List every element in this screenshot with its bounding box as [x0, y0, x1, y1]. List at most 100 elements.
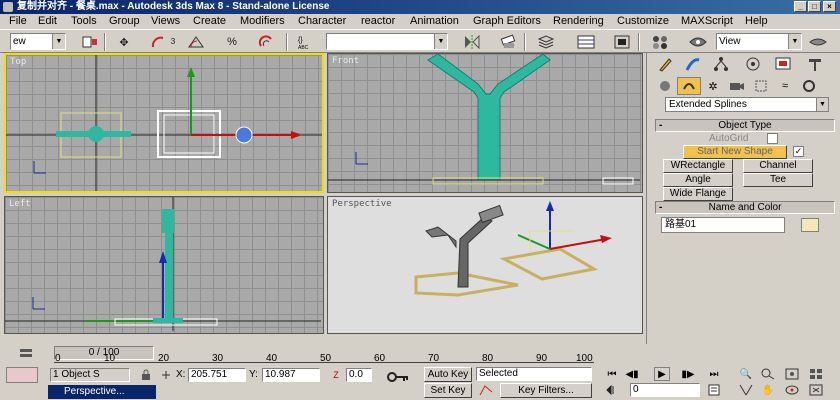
- layer-manager-icon[interactable]: [536, 33, 556, 51]
- menu-animation[interactable]: Animation: [410, 14, 459, 29]
- play-icon[interactable]: ▶: [654, 367, 670, 381]
- shapes-icon[interactable]: [677, 77, 701, 95]
- taskbar-perspective-item[interactable]: Perspective...: [48, 385, 156, 399]
- angle-button[interactable]: Angle: [663, 173, 733, 187]
- title-bar: 复制并对齐 - 餐桌.max - Autodesk 3ds Max 8 - St…: [0, 0, 840, 14]
- menu-file[interactable]: File: [9, 14, 27, 29]
- hierarchy-tab-icon[interactable]: [709, 55, 733, 73]
- utilities-tab-icon[interactable]: [803, 55, 827, 73]
- percent-snap-icon[interactable]: %: [222, 33, 242, 51]
- lock-selection-icon[interactable]: [138, 368, 154, 382]
- pan-icon[interactable]: ✋: [760, 383, 776, 397]
- set-key-button[interactable]: Set Key: [424, 383, 472, 398]
- spinner-snap-icon[interactable]: [256, 33, 276, 51]
- arc-rotate-icon[interactable]: [784, 383, 800, 397]
- maxscript-listener-box[interactable]: [6, 367, 38, 383]
- previous-frame-icon[interactable]: ◀▮: [624, 367, 640, 381]
- start-new-shape-button[interactable]: Start New Shape: [683, 145, 787, 159]
- selection-filter-dropdown[interactable]: ew ▼: [10, 33, 66, 50]
- menu-help[interactable]: Help: [745, 14, 768, 29]
- material-editor-icon[interactable]: [650, 33, 670, 51]
- menu-tools[interactable]: Tools: [71, 14, 97, 29]
- viewport-perspective[interactable]: Perspective: [327, 196, 643, 334]
- schematic-view-icon[interactable]: [612, 33, 632, 51]
- display-tab-icon[interactable]: [771, 55, 795, 73]
- zoom-extents-icon[interactable]: [784, 367, 800, 381]
- x-coordinate-field[interactable]: 205.751: [188, 368, 246, 382]
- tee-button[interactable]: Tee: [743, 173, 813, 187]
- field-of-view-icon[interactable]: [738, 383, 754, 397]
- menu-group[interactable]: Group: [109, 14, 140, 29]
- space-warps-icon[interactable]: ≈: [773, 77, 797, 95]
- select-and-move-icon[interactable]: ✥: [114, 33, 134, 51]
- helpers-icon[interactable]: [749, 77, 773, 95]
- modify-tab-icon[interactable]: [681, 55, 705, 73]
- wide-flange-button[interactable]: Wide Flange: [663, 187, 733, 201]
- named-selection-dropdown[interactable]: ▼: [326, 33, 448, 50]
- menu-maxscript[interactable]: MAXScript: [681, 14, 733, 29]
- curve-editor-icon[interactable]: [576, 33, 596, 51]
- viewport-front[interactable]: Front: [327, 53, 643, 193]
- next-frame-icon[interactable]: ▮▶: [680, 367, 696, 381]
- start-new-shape-checkbox[interactable]: ✓: [793, 146, 804, 157]
- channel-button[interactable]: Channel: [743, 159, 813, 173]
- render-scene-icon[interactable]: [688, 33, 708, 51]
- viewport-top[interactable]: Top: [4, 53, 324, 193]
- name-and-color-title: Name and Color: [708, 202, 782, 213]
- key-tangent-icon[interactable]: [478, 383, 494, 397]
- object-color-swatch[interactable]: [801, 218, 819, 232]
- geometry-icon[interactable]: [653, 77, 677, 95]
- lights-icon[interactable]: ✲: [701, 77, 725, 95]
- menu-edit[interactable]: Edit: [38, 14, 57, 29]
- render-type-dropdown[interactable]: View ▼: [716, 33, 802, 50]
- mirror-icon[interactable]: [462, 33, 482, 51]
- minimize-button[interactable]: _: [794, 1, 807, 12]
- key-mode-toggle-icon[interactable]: [604, 383, 620, 397]
- menu-views[interactable]: Views: [151, 14, 180, 29]
- key-filters-button[interactable]: Key Filters...: [500, 383, 592, 398]
- auto-key-button[interactable]: Auto Key: [424, 367, 472, 382]
- object-type-rollout-header[interactable]: - Object Type: [655, 119, 835, 132]
- align-icon[interactable]: [498, 33, 518, 51]
- menu-graph-editors[interactable]: Graph Editors: [473, 14, 541, 29]
- maximize-button[interactable]: □: [808, 1, 821, 12]
- menu-customize[interactable]: Customize: [617, 14, 669, 29]
- zoom-icon[interactable]: 🔍: [738, 367, 754, 381]
- maximize-viewport-icon[interactable]: [808, 383, 824, 397]
- absolute-transform-icon[interactable]: [158, 368, 174, 382]
- systems-icon[interactable]: [797, 77, 821, 95]
- menu-reactor[interactable]: reactor: [361, 14, 395, 29]
- quick-render-icon[interactable]: [808, 33, 828, 51]
- close-button[interactable]: ×: [823, 1, 836, 12]
- object-name-input[interactable]: 路基01: [661, 217, 785, 233]
- shape-category-dropdown[interactable]: Extended Splines ▼: [665, 97, 829, 112]
- select-by-name-icon[interactable]: [80, 33, 100, 51]
- app-icon[interactable]: [3, 2, 13, 12]
- zoom-extents-all-icon[interactable]: [808, 367, 824, 381]
- go-to-end-icon[interactable]: ⏭: [706, 367, 722, 381]
- z-coordinate-field[interactable]: 0.0: [346, 368, 372, 382]
- key-mode-dropdown[interactable]: Selected: [476, 367, 592, 381]
- autogrid-checkbox[interactable]: [767, 133, 778, 144]
- menu-rendering[interactable]: Rendering: [553, 14, 604, 29]
- menu-character[interactable]: Character: [298, 14, 346, 29]
- edit-named-selections-icon[interactable]: {} ABC: [296, 33, 316, 51]
- cameras-icon[interactable]: [725, 77, 749, 95]
- menu-modifiers[interactable]: Modifiers: [240, 14, 285, 29]
- current-frame-field[interactable]: 0: [630, 383, 700, 397]
- create-tab-icon[interactable]: [653, 55, 677, 73]
- time-configuration-icon[interactable]: [706, 383, 722, 397]
- wrectangle-button[interactable]: WRectangle: [663, 159, 733, 173]
- y-coordinate-field[interactable]: 10.987: [262, 368, 320, 382]
- zoom-all-icon[interactable]: [760, 367, 776, 381]
- set-key-icon[interactable]: [386, 370, 410, 384]
- selection-count: 1 Object S: [50, 368, 130, 382]
- angle-snap-icon[interactable]: [150, 33, 170, 51]
- menu-create[interactable]: Create: [193, 14, 226, 29]
- mini-curve-editor-icon[interactable]: [18, 347, 34, 361]
- angle-snap-toggle-icon[interactable]: [186, 33, 206, 51]
- name-and-color-rollout-header[interactable]: - Name and Color: [655, 201, 835, 214]
- viewport-left[interactable]: Left: [4, 196, 324, 334]
- motion-tab-icon[interactable]: [741, 55, 765, 73]
- go-to-start-icon[interactable]: ⏮: [604, 367, 620, 381]
